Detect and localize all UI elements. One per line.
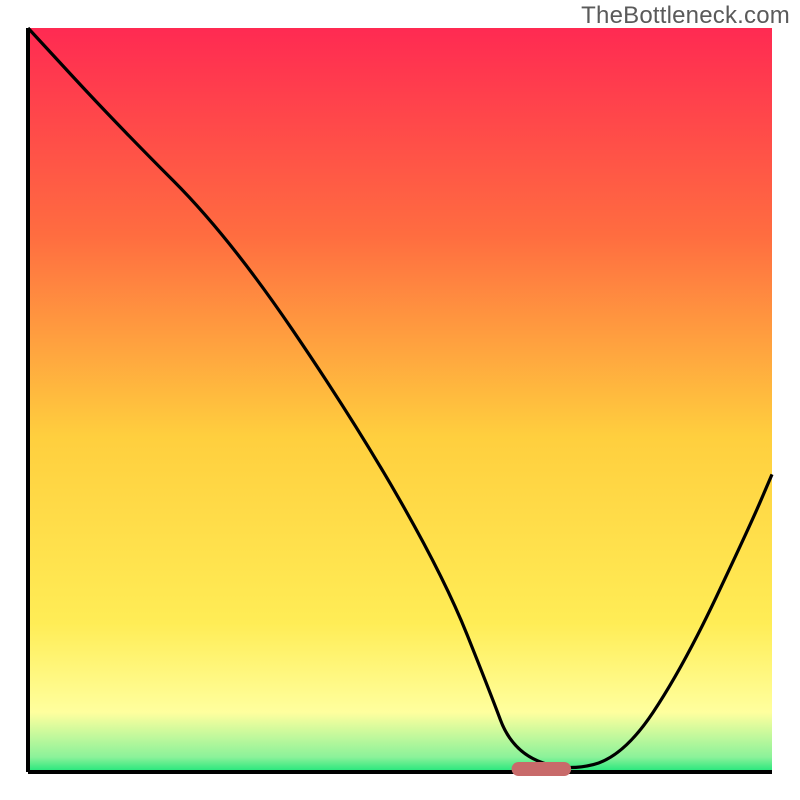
optimal-marker <box>512 762 572 776</box>
chart-container: TheBottleneck.com <box>0 0 800 800</box>
bottleneck-chart <box>0 0 800 800</box>
gradient-background <box>28 28 772 772</box>
